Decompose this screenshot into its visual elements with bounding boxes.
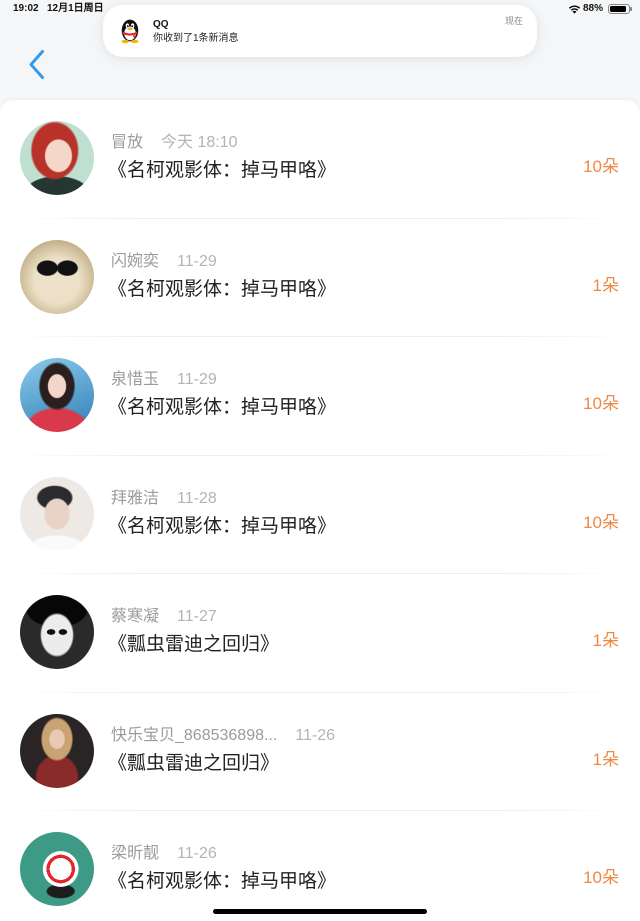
item-meta: 拜雅洁 11-28 <box>111 489 217 509</box>
home-indicator[interactable] <box>213 909 427 914</box>
list-item[interactable]: 闪婉奕 11-29 《名柯观影体：掉马甲咯》 1朵 <box>0 219 640 337</box>
work-title: 《名柯观影体：掉马甲咯》 <box>108 160 337 181</box>
status-date: 12月1日周日 <box>47 3 104 14</box>
battery-nub <box>630 7 632 11</box>
list-item[interactable]: 泉惜玉 11-29 《名柯观影体：掉马甲咯》 10朵 <box>0 337 640 456</box>
battery-level <box>610 6 626 12</box>
work-title: 《名柯观影体：掉马甲咯》 <box>108 278 337 300</box>
flower-count: 10朵 <box>583 868 619 887</box>
item-meta: 闪婉奕 11-29 <box>111 252 217 272</box>
sender-name: 拜雅洁 <box>111 489 160 507</box>
item-meta: 蔡寒凝 11-27 <box>111 607 217 627</box>
sender-name: 闪婉奕 <box>111 252 160 270</box>
flower-count: 10朵 <box>583 512 619 532</box>
sender-name: 梁昕靓 <box>111 845 160 862</box>
flower-count: 10朵 <box>583 394 619 413</box>
flower-count: 1朵 <box>592 275 619 295</box>
timestamp: 今天 18:10 <box>161 134 238 151</box>
chevron-left-icon <box>29 49 44 79</box>
timestamp: 11-28 <box>177 489 217 507</box>
sender-name: 快乐宝贝_868536898... <box>111 726 278 744</box>
notification-banner[interactable]: QQ 你收到了1条新消息 现在 <box>103 5 537 57</box>
timestamp: 11-27 <box>177 608 217 625</box>
avatar[interactable] <box>20 239 94 314</box>
work-title: 《瓢虫雷迪之回归》 <box>108 752 280 774</box>
timestamp: 11-29 <box>177 371 217 388</box>
avatar[interactable] <box>20 832 94 906</box>
avatar[interactable] <box>20 476 94 551</box>
avatar[interactable] <box>20 121 94 195</box>
list-item[interactable]: 梁昕靓 11-26 《名柯观影体：掉马甲咯》 10朵 <box>0 811 640 921</box>
qq-penguin-icon <box>121 19 139 44</box>
item-meta: 冒放 今天 18:10 <box>111 133 238 153</box>
work-title: 《名柯观影体：掉马甲咯》 <box>108 871 337 892</box>
flower-count: 10朵 <box>583 157 619 176</box>
timestamp: 11-29 <box>177 252 217 270</box>
notification-time: 现在 <box>504 16 523 26</box>
battery-icon <box>608 4 630 14</box>
status-time: 19:02 <box>13 3 39 14</box>
item-meta: 快乐宝贝_868536898... 11-26 <box>111 726 335 746</box>
back-button[interactable] <box>20 44 52 84</box>
avatar[interactable] <box>20 713 94 788</box>
list-item[interactable]: 蔡寒凝 11-27 《瓢虫雷迪之回归》 1朵 <box>0 574 640 693</box>
avatar[interactable] <box>20 358 94 432</box>
sender-name: 泉惜玉 <box>111 371 160 388</box>
work-title: 《名柯观影体：掉马甲咯》 <box>108 515 337 537</box>
work-title: 《瓢虫雷迪之回归》 <box>108 634 280 655</box>
timestamp: 11-26 <box>177 845 217 862</box>
wifi-icon <box>568 5 581 14</box>
item-meta: 梁昕靓 11-26 <box>111 844 217 864</box>
notification-message: 你收到了1条新消息 <box>153 33 239 44</box>
list-item[interactable]: 快乐宝贝_868536898... 11-26 《瓢虫雷迪之回归》 1朵 <box>0 693 640 811</box>
avatar[interactable] <box>20 595 94 669</box>
item-meta: 泉惜玉 11-29 <box>111 370 217 390</box>
flower-count: 1朵 <box>592 749 619 769</box>
flower-count: 1朵 <box>592 631 619 650</box>
list-item[interactable]: 冒放 今天 18:10 《名柯观影体：掉马甲咯》 10朵 <box>0 100 640 219</box>
timestamp: 11-26 <box>295 726 336 744</box>
list-item[interactable]: 拜雅洁 11-28 《名柯观影体：掉马甲咯》 10朵 <box>0 456 640 574</box>
notification-app-name: QQ <box>153 19 169 30</box>
battery-percent: 88% <box>583 3 604 14</box>
sender-name: 冒放 <box>111 134 144 151</box>
gift-record-list: 冒放 今天 18:10 《名柯观影体：掉马甲咯》 10朵 闪婉奕 11-29 《名柯… <box>0 100 640 921</box>
sender-name: 蔡寒凝 <box>111 608 160 625</box>
work-title: 《名柯观影体：掉马甲咯》 <box>108 397 337 418</box>
